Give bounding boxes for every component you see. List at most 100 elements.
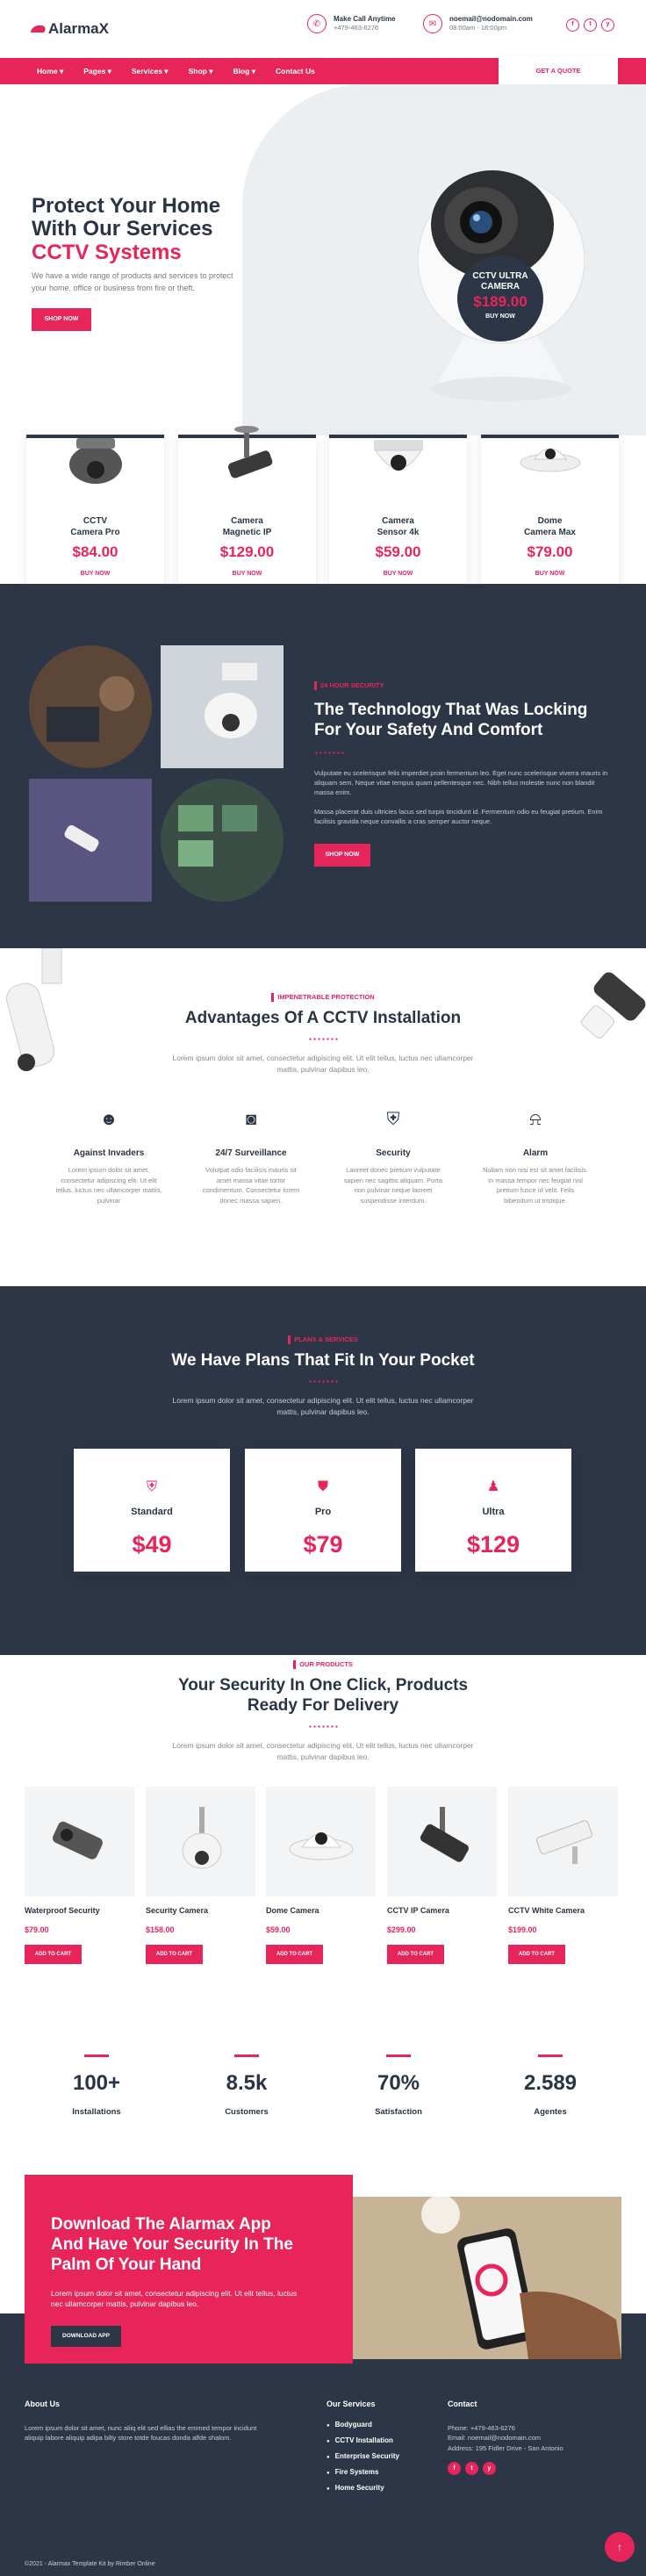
feature-description: Volutpat odio facilisis mauris sit amet m… [202,1166,300,1205]
advantages-eyebrow: IMPENETRABLE PROTECTION [0,992,646,1002]
product-name: Camera [231,516,263,526]
services-title: Our Services [327,2400,376,2408]
logo-mark-icon [30,25,47,32]
nav-pages[interactable]: Pages ▾ [83,66,111,77]
phone-value: +479-463-6276 [334,23,379,32]
feature-title: Security [376,1148,411,1158]
featured-products: CCTV Camera Pro $84.00 BUY NOW Camera Magn… [0,426,646,597]
dome-camera-icon [289,1831,353,1860]
product-name[interactable]: CCTV White Camera [508,1905,618,1918]
youtube-icon[interactable]: y [601,18,614,32]
product-image[interactable] [146,1787,255,1896]
footer-contact: Contact Phone: +479-463-6276 Email: noem… [448,2399,563,2476]
user-shield-icon: ♟ [486,1479,500,1494]
plans-section: PLANS & SERVICES We Have Plans That Fit … [0,1286,646,1655]
plan-card-pro[interactable]: ⛊ Pro $79 [245,1449,401,1575]
dome-camera-icon [520,448,581,472]
product-name[interactable]: Dome Camera [266,1905,376,1918]
product-price: $79.00 [25,1925,49,1934]
stat-value: 100+ [72,2071,121,2095]
plan-card-standard[interactable]: ⛨ Standard $49 [74,1449,230,1575]
product-item[interactable]: Dome Camera $59.00 ADD TO CART [266,1787,376,1964]
product-item[interactable]: Security Camera $158.00 ADD TO CART [146,1787,255,1964]
service-link[interactable]: CCTV Installation [327,2436,399,2446]
smartphone-app-image [353,2197,621,2359]
dots-divider [314,751,344,754]
download-app-button[interactable]: DOWNLOAD APP [51,2326,121,2348]
scroll-top-button[interactable]: ↑ [605,2532,635,2562]
buy-now-link[interactable]: BUY NOW [481,570,619,579]
product-card[interactable]: Camera Sensor 4k $59.00 BUY NOW [329,435,467,597]
service-link[interactable]: Home Security [327,2483,399,2493]
hero-shop-button[interactable]: SHOP NOW [32,308,91,331]
product-name[interactable]: Waterproof Security [25,1905,134,1918]
product-item[interactable]: Waterproof Security $79.00 ADD TO CART [25,1787,134,1964]
footer-about: About Us Lorem ipsum dolor sit amet, nun… [25,2399,262,2443]
plan-card-ultra[interactable]: ♟ Ultra $129 [415,1449,571,1575]
product-card[interactable]: Dome Camera Max $79.00 BUY NOW [481,435,619,597]
product-name: CCTV [83,516,108,526]
contact-email[interactable]: Email: noemail@nodomain.com [448,2433,563,2443]
product-image[interactable] [266,1787,376,1896]
advantages-header: IMPENETRABLE PROTECTION Advantages Of A … [0,992,646,1076]
twitter-icon[interactable]: t [584,18,597,32]
facebook-icon[interactable]: f [448,2462,461,2476]
service-link[interactable]: Bodyguard [327,2420,399,2430]
youtube-icon[interactable]: y [483,2462,496,2476]
add-to-cart-button[interactable]: ADD TO CART [508,1945,565,1964]
feature-security: ⛨ Security Laoreet donec pretium vulputa… [327,1106,459,1206]
nav-home[interactable]: Home ▾ [37,66,63,77]
product-price: $59.00 [266,1925,291,1934]
add-to-cart-button[interactable]: ADD TO CART [146,1945,203,1964]
product-name[interactable]: CCTV IP Camera [387,1905,497,1918]
badge-title-1: CCTV ULTRA [472,271,528,281]
tech-shop-button[interactable]: SHOP NOW [314,844,370,867]
featured-badge[interactable]: CCTV ULTRA CAMERA $189.00 BUY NOW [457,255,543,342]
product-item[interactable]: CCTV IP Camera $299.00 ADD TO CART [387,1787,497,1964]
add-to-cart-button[interactable]: ADD TO CART [387,1945,444,1964]
hero-title: Protect Your Home With Our Services CCTV S… [32,194,221,264]
nav-services[interactable]: Services ▾ [132,66,169,77]
badge-buy-now[interactable]: BUY NOW [457,313,543,322]
twitter-icon[interactable]: t [465,2462,478,2476]
nav-contact[interactable]: Contact Us [276,66,315,77]
buy-now-link[interactable]: BUY NOW [329,570,467,579]
product-name[interactable]: Security Camera [146,1905,255,1918]
photo-installer [29,645,152,768]
product-card[interactable]: Camera Magnetic IP $129.00 BUY NOW [178,426,316,597]
app-promo: Download The Alarmax App And Have Your Se… [25,2175,353,2364]
stat-value: 2.589 [523,2071,578,2095]
advantages-title: Advantages Of A CCTV Installation [184,1009,462,1028]
buy-now-link[interactable]: BUY NOW [178,570,316,579]
add-to-cart-button[interactable]: ADD TO CART [266,1945,323,1964]
stat-label: Installations [72,2107,121,2117]
about-text: Lorem ipsum dolor sit amet, nunc aliiq e… [25,2423,257,2443]
app-text: Lorem ipsum dolor sit amet, consectetur … [51,2289,298,2309]
stat-satisfaction: 70% Satisfaction [337,2054,460,2119]
product-image[interactable] [387,1787,497,1896]
advantages-section: IMPENETRABLE PROTECTION Advantages Of A … [0,948,646,1286]
ip-camera-icon [420,1806,469,1862]
add-to-cart-button[interactable]: ADD TO CART [25,1945,82,1964]
products-section: OUR PRODUCTS Your Security In One Click,… [0,1655,646,2033]
feature-surveillance: ◙ 24/7 Surveillance Volutpat odio facili… [185,1106,317,1206]
product-card[interactable]: CCTV Camera Pro $84.00 BUY NOW [26,435,164,597]
service-link[interactable]: Enterprise Security [327,2451,399,2462]
buy-now-link[interactable]: BUY NOW [26,570,164,579]
product-image[interactable] [508,1787,618,1896]
nav-shop[interactable]: Shop ▾ [189,66,213,77]
service-link[interactable]: Fire Systems [327,2467,399,2478]
get-quote-button[interactable]: GET A QUOTE [499,55,618,87]
hero-text: We have a wide range of products and ser… [32,271,233,292]
feature-invaders: ☻ Against Invaders Lorem ipsum dolor sit… [43,1106,175,1206]
logo[interactable]: AlarmaX [30,18,109,40]
about-title: About Us [25,2400,60,2408]
technology-text: 24 HOUR SECURITY The Technology That Was… [314,680,608,867]
facebook-icon[interactable]: f [566,18,579,32]
product-item[interactable]: CCTV White Camera $199.00 ADD TO CART [508,1787,618,1964]
product-image[interactable] [25,1787,134,1896]
plan-price: $49 [132,1530,172,1558]
nav-blog[interactable]: Blog ▾ [233,66,255,77]
products-title: Your Security In One Click, Products Read… [177,1676,469,1716]
contact-details: Phone: +479-463-6276 Email: noemail@nodo… [448,2423,563,2454]
